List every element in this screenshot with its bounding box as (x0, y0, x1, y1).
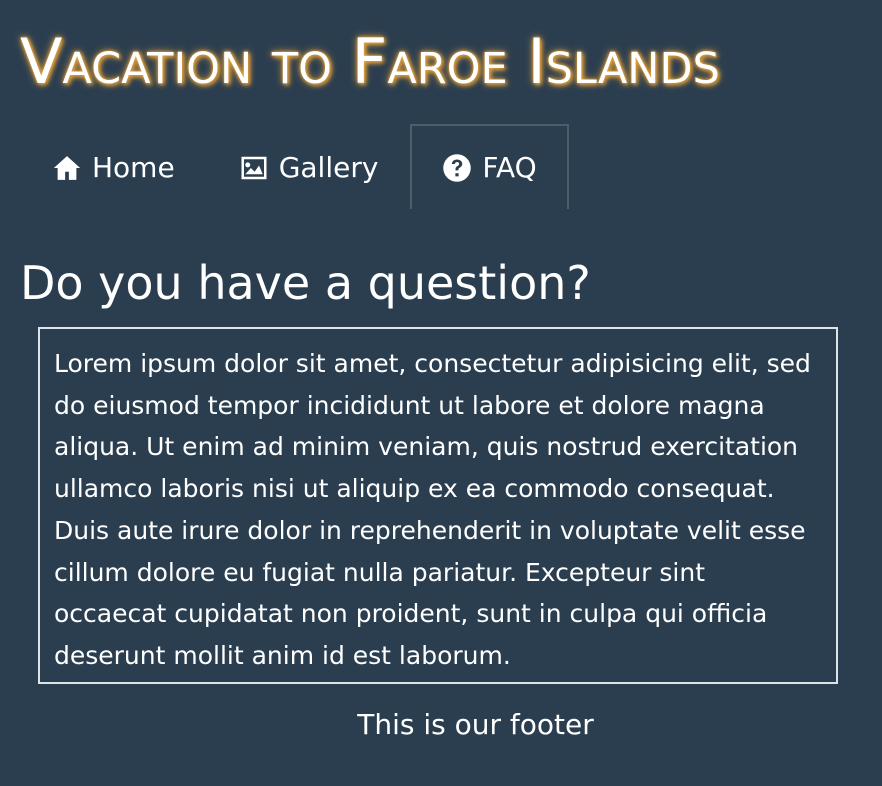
main-nav: Home Gallery FAQ (20, 124, 569, 209)
image-icon (241, 156, 267, 179)
nav-tab-home-label: Home (92, 151, 175, 184)
nav-tab-home[interactable]: Home (20, 124, 207, 209)
faq-content-box: Lorem ipsum dolor sit amet, consectetur … (38, 327, 838, 684)
site-title: Vacation to Faroe Islands (20, 25, 720, 98)
nav-tab-gallery-label: Gallery (278, 151, 379, 184)
faq-body-text: Lorem ipsum dolor sit amet, consectetur … (54, 349, 811, 670)
nav-tab-faq-label: FAQ (482, 151, 537, 184)
question-circle-icon (443, 153, 472, 182)
page-footer: This is our footer (357, 708, 594, 741)
nav-tab-gallery[interactable]: Gallery (207, 124, 411, 209)
home-icon (53, 155, 81, 180)
page-heading: Do you have a question? (20, 256, 591, 310)
nav-tab-faq[interactable]: FAQ (410, 124, 569, 209)
